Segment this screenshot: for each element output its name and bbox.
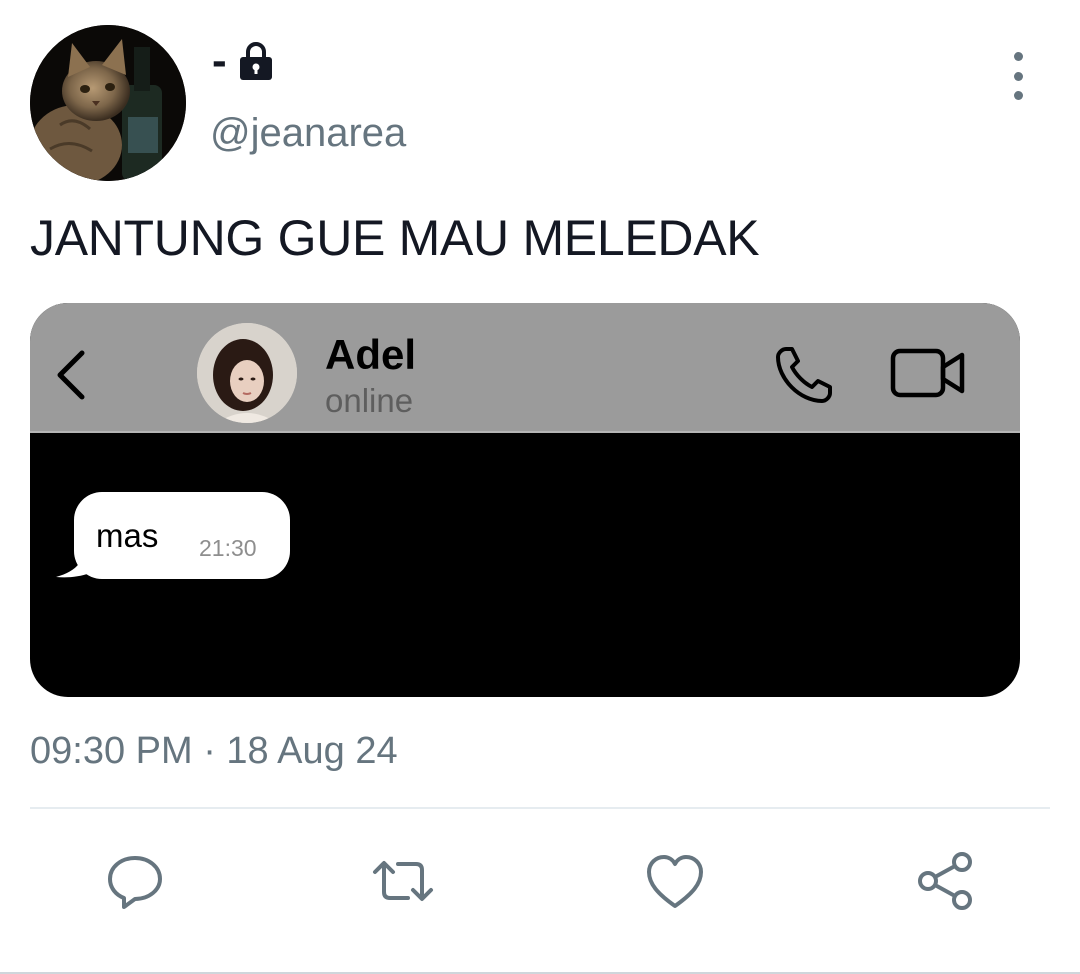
contact-avatar: [197, 323, 297, 423]
contact-status: online: [325, 382, 414, 419]
lock-icon: [239, 42, 272, 80]
vertical-dots-icon-dot: [1013, 91, 1023, 100]
retweet-icon: [373, 861, 433, 901]
heart-icon: [647, 855, 703, 908]
chat-header: Adel online: [30, 303, 1020, 433]
message-text: mas: [96, 517, 159, 554]
message-bubble: mas 21:30: [74, 492, 290, 579]
divider: [30, 807, 1050, 809]
tweet-timestamp: 09:30 PM · 18 Aug 24: [30, 730, 398, 772]
vertical-dots-icon-dot: [1013, 71, 1023, 81]
display-name: -: [212, 36, 227, 85]
user-avatar[interactable]: [30, 25, 186, 181]
contact-photo-icon: [197, 323, 297, 423]
cat-photo-icon: [30, 25, 186, 181]
contact-name: Adel: [325, 331, 417, 378]
phone-icon: [776, 347, 832, 403]
like-button[interactable]: [644, 850, 706, 912]
reply-bubble-icon: [108, 856, 162, 909]
tweet-media-image[interactable]: Adel online mas 21:30: [30, 303, 1020, 697]
tweet-detail: - @jeanarea JANTUNG GUE MAU MELEDAK Adel…: [0, 0, 1080, 974]
display-name-row: -: [212, 36, 273, 86]
reply-button[interactable]: [104, 850, 166, 912]
vertical-dots-icon: [1013, 52, 1023, 61]
back-chevron-icon: [57, 350, 85, 400]
share-button[interactable]: [914, 850, 976, 912]
tweet-text: JANTUNG GUE MAU MELEDAK: [30, 210, 760, 266]
message-time: 21:30: [199, 535, 257, 561]
more-options-button[interactable]: [998, 52, 1038, 100]
share-icon: [918, 852, 972, 910]
user-handle[interactable]: @jeanarea: [210, 110, 406, 156]
retweet-button[interactable]: [372, 850, 434, 912]
video-camera-icon: [890, 348, 965, 398]
